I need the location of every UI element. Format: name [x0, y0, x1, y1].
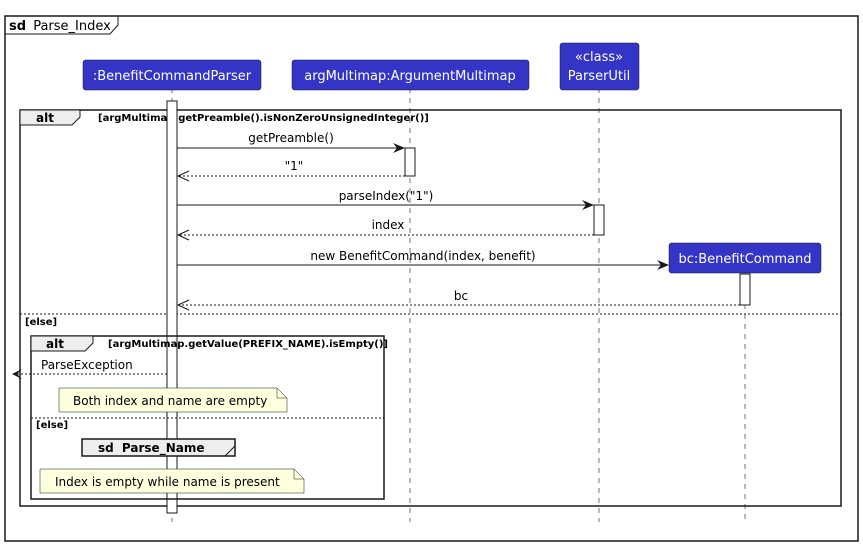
participant-parser[interactable]: :BenefitCommandParser: [82, 59, 262, 91]
participant-util[interactable]: «class» ParserUtil: [559, 42, 640, 91]
exception-label: ParseException: [41, 358, 133, 372]
outer-alt-keyword: alt: [36, 111, 54, 125]
message-getpreamble: getPreamble(): [177, 131, 405, 153]
participant-label: ParserUtil: [568, 69, 631, 84]
participant-label: bc:BenefitCommand: [678, 252, 811, 267]
participant-label: :BenefitCommandParser: [93, 69, 252, 84]
message-parse-exception: ParseException: [12, 358, 167, 379]
inner-alt-keyword: alt: [46, 337, 64, 351]
sd-frame-title: sd Parse_Index: [9, 19, 111, 34]
sd-keyword: sd: [9, 19, 26, 34]
note-text: Index is empty while name is present: [55, 475, 280, 489]
message-return-index: index: [176, 218, 594, 241]
note-index-empty: Index is empty while name is present: [39, 468, 305, 494]
activation-util: [593, 204, 605, 236]
participant-bc[interactable]: bc:BenefitCommand: [668, 242, 822, 274]
outer-alt-guard: [argMultimap.getPreamble().isNonZeroUnsi…: [98, 113, 429, 124]
ref-sd-parse-name[interactable]: sd Parse_Name: [81, 438, 236, 457]
sd-title: Parse_Index: [33, 19, 111, 34]
participant-label: argMultimap:ArgumentMultimap: [304, 69, 516, 84]
ref-name: Parse_Name: [122, 441, 205, 456]
sequence-diagram: sd Parse_Index :BenefitCommandParser arg…: [4, 15, 859, 542]
message-label: bc: [454, 289, 468, 303]
outer-else-label: [else]: [25, 317, 57, 328]
message-return-1: "1": [176, 159, 405, 182]
participant-stereotype: «class»: [575, 50, 623, 65]
inner-alt-fragment: alt [argMultimap.getValue(PREFIX_NAME).i…: [12, 335, 388, 500]
message-return-bc: bc: [176, 289, 740, 311]
message-create-bc: new BenefitCommand(index, benefit): [177, 249, 669, 270]
sd-frame: sd Parse_Index: [4, 15, 859, 542]
activation-bc: [739, 273, 751, 306]
note-text: Both index and name are empty: [73, 394, 267, 408]
message-parseindex: parseIndex("1"): [177, 189, 594, 210]
message-label: index: [372, 218, 405, 232]
message-label: "1": [285, 159, 304, 173]
message-label: new BenefitCommand(index, benefit): [310, 249, 535, 263]
activation-argmm: [404, 147, 416, 177]
message-label: parseIndex("1"): [339, 189, 434, 203]
inner-alt-guard: [argMultimap.getValue(PREFIX_NAME).isEmp…: [108, 339, 388, 350]
note-both-empty: Both index and name are empty: [58, 387, 288, 413]
ref-keyword: sd: [98, 441, 114, 455]
ref-title: sd Parse_Name: [98, 441, 204, 456]
participant-argmm[interactable]: argMultimap:ArgumentMultimap: [291, 59, 530, 91]
message-label: getPreamble(): [248, 131, 334, 145]
inner-else-label: [else]: [36, 420, 68, 431]
